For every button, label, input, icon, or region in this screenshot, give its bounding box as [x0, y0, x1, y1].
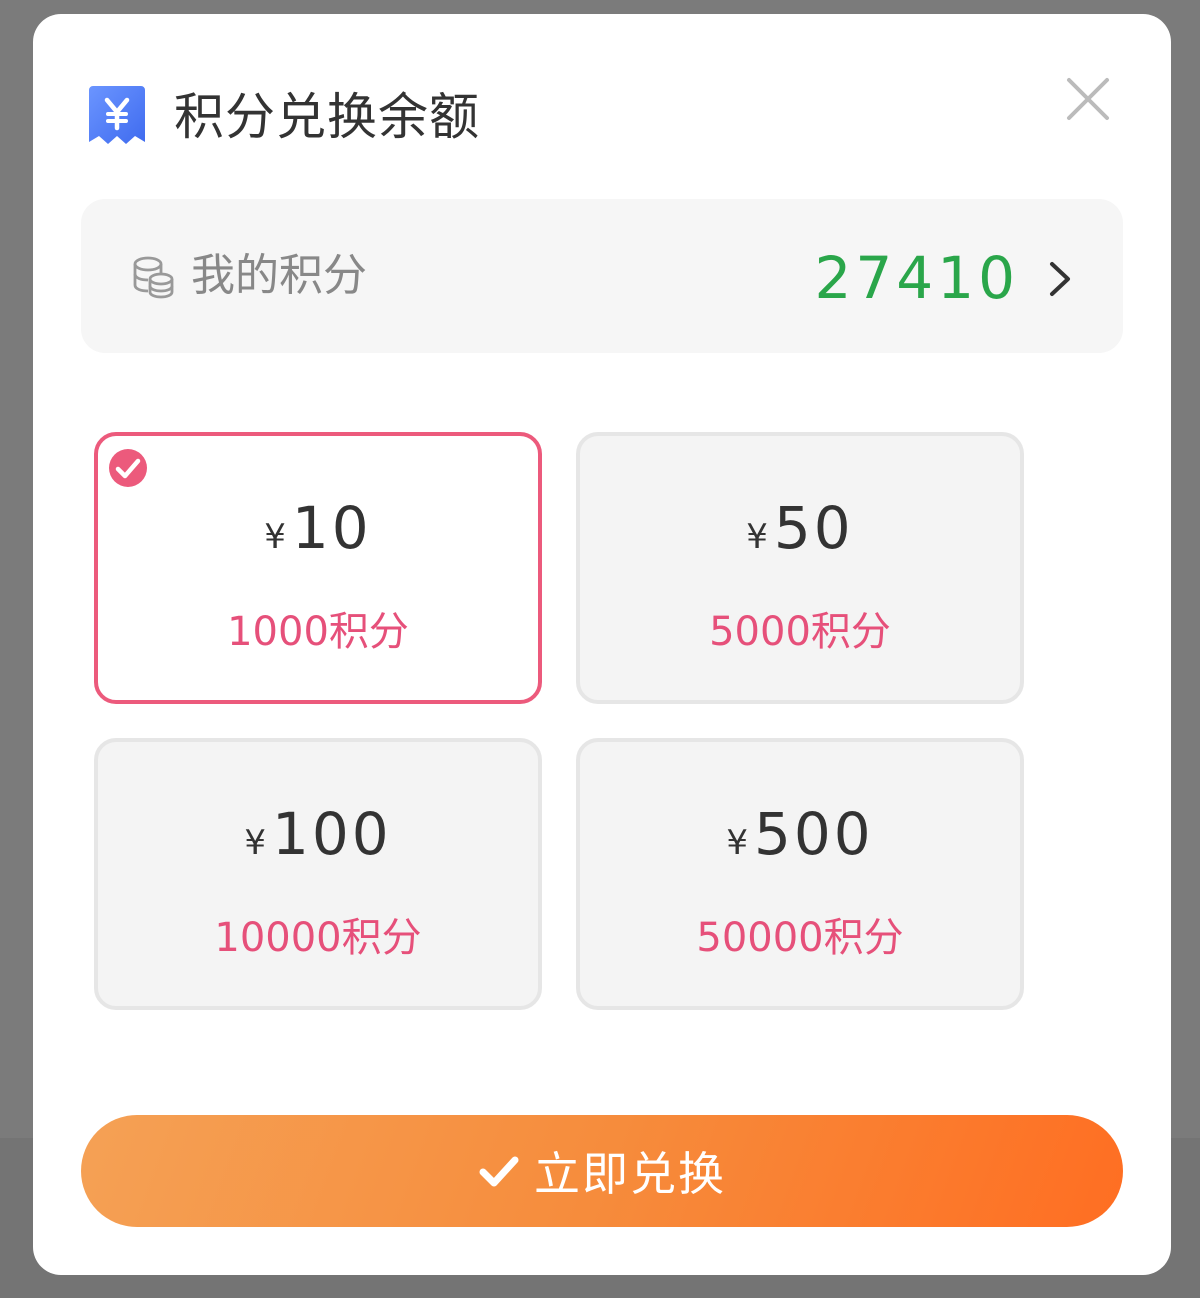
selected-check-icon: [109, 449, 147, 487]
option-points: 1000积分: [227, 609, 409, 655]
option-amount: 100: [271, 800, 392, 868]
my-points-card[interactable]: 我的积分 27410: [81, 199, 1123, 353]
close-icon[interactable]: [1063, 74, 1113, 124]
chevron-right-icon: [1050, 262, 1070, 296]
option-points: 50000积分: [696, 915, 904, 961]
option-price: ¥500: [580, 800, 1020, 868]
yen-symbol: ¥: [264, 517, 286, 557]
option-amount: 10: [291, 494, 372, 562]
exchange-now-label: 立即兑换: [534, 1147, 726, 1201]
yen-symbol: ¥: [726, 823, 748, 863]
option-100-yen[interactable]: ¥100 10000积分: [94, 738, 542, 1010]
option-50-yen[interactable]: ¥50 5000积分: [576, 432, 1024, 704]
exchange-dialog: 积分兑换余额 我的积分 27410 ¥10 1000积分 ¥ 50 5000积分…: [33, 14, 1171, 1275]
exchange-now-content: 立即兑换: [81, 1115, 1123, 1227]
coins-icon: [133, 256, 174, 299]
exchange-now-button[interactable]: 立即兑换: [81, 1115, 1123, 1227]
check-icon: [479, 1156, 519, 1187]
my-points-label: 我的积分: [191, 250, 367, 301]
option-price: ¥10: [98, 494, 538, 562]
my-points-value: 27410: [814, 244, 1019, 312]
option-10-yen[interactable]: ¥10 1000积分: [94, 432, 542, 704]
yen-ticket-icon: [89, 86, 145, 144]
option-points: 5000积分: [709, 609, 891, 655]
option-points: 10000积分: [214, 915, 422, 961]
option-price: ¥50: [580, 494, 1020, 562]
dialog-title: 积分兑换余额: [174, 88, 480, 146]
yen-symbol: ¥: [746, 517, 768, 557]
option-amount: 50: [773, 494, 854, 562]
option-500-yen[interactable]: ¥500 50000积分: [576, 738, 1024, 1010]
yen-symbol: ¥: [244, 823, 266, 863]
option-amount: 500: [753, 800, 874, 868]
option-price: ¥100: [98, 800, 538, 868]
